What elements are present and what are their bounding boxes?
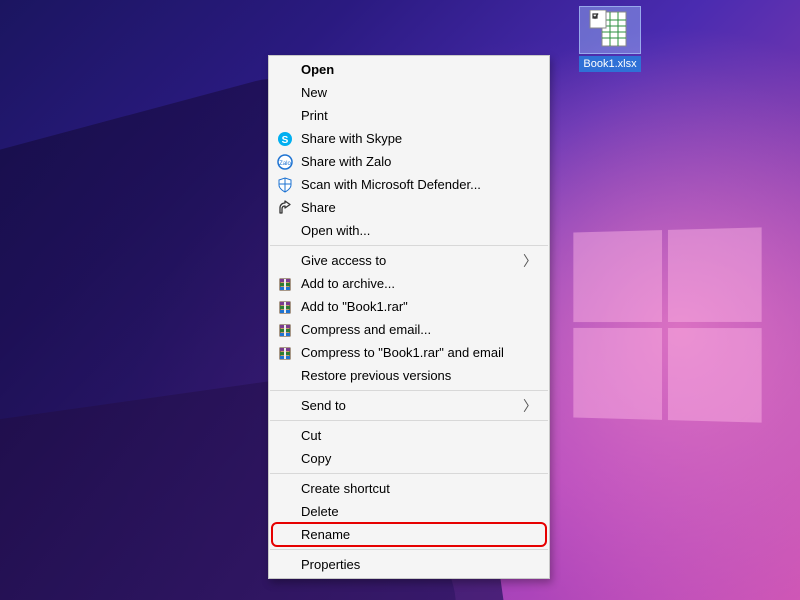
blank-icon xyxy=(275,450,295,468)
blank-icon xyxy=(275,526,295,544)
menu-item-label: Properties xyxy=(301,557,537,572)
menu-item-copy[interactable]: Copy xyxy=(269,447,549,470)
menu-item-giveaccess[interactable]: Give access to〉 xyxy=(269,249,549,272)
menu-item-shortcut[interactable]: Create shortcut xyxy=(269,477,549,500)
desktop-file-book1[interactable]: Book1.xlsx xyxy=(575,6,645,72)
menu-separator xyxy=(270,473,548,474)
menu-item-label: Add to "Book1.rar" xyxy=(301,299,537,314)
menu-separator xyxy=(270,420,548,421)
blank-icon xyxy=(275,427,295,445)
menu-item-rename[interactable]: Rename xyxy=(269,523,549,546)
svg-text:S: S xyxy=(282,135,289,146)
menu-item-label: Add to archive... xyxy=(301,276,537,291)
menu-item-defender[interactable]: Scan with Microsoft Defender... xyxy=(269,173,549,196)
blank-icon xyxy=(275,222,295,240)
excel-file-icon xyxy=(579,6,641,54)
menu-item-properties[interactable]: Properties xyxy=(269,553,549,576)
menu-item-label: New xyxy=(301,85,537,100)
menu-item-zalo[interactable]: Zalo Share with Zalo xyxy=(269,150,549,173)
rar-icon xyxy=(275,298,295,316)
menu-item-share[interactable]: Share xyxy=(269,196,549,219)
menu-item-label: Rename xyxy=(301,527,537,542)
menu-item-label: Scan with Microsoft Defender... xyxy=(301,177,537,192)
rar-icon xyxy=(275,321,295,339)
menu-item-label: Send to xyxy=(301,398,515,413)
menu-item-label: Delete xyxy=(301,504,537,519)
menu-item-cut[interactable]: Cut xyxy=(269,424,549,447)
menu-separator xyxy=(270,245,548,246)
menu-item-label: Print xyxy=(301,108,537,123)
zalo-icon: Zalo xyxy=(275,153,295,171)
menu-item-label: Give access to xyxy=(301,253,515,268)
menu-item-delete[interactable]: Delete xyxy=(269,500,549,523)
desktop[interactable]: Book1.xlsx Open New Print S Share with Skype… xyxy=(0,0,800,600)
menu-item-new[interactable]: New xyxy=(269,81,549,104)
blank-icon xyxy=(275,61,295,79)
blank-icon xyxy=(275,480,295,498)
menu-item-compressemail[interactable]: Compress and email... xyxy=(269,318,549,341)
svg-text:Zalo: Zalo xyxy=(279,161,291,167)
menu-item-label: Create shortcut xyxy=(301,481,537,496)
menu-item-label: Cut xyxy=(301,428,537,443)
menu-item-label: Share with Skype xyxy=(301,131,537,146)
blank-icon xyxy=(275,252,295,270)
blank-icon xyxy=(275,367,295,385)
menu-item-label: Share xyxy=(301,200,537,215)
menu-item-addbook1rar[interactable]: Add to "Book1.rar" xyxy=(269,295,549,318)
blank-icon xyxy=(275,84,295,102)
menu-item-restore[interactable]: Restore previous versions xyxy=(269,364,549,387)
rar-icon xyxy=(275,344,295,362)
menu-item-label: Compress and email... xyxy=(301,322,537,337)
menu-item-label: Restore previous versions xyxy=(301,368,537,383)
blank-icon xyxy=(275,107,295,125)
rar-icon xyxy=(275,275,295,293)
shield-icon xyxy=(275,176,295,194)
context-menu: Open New Print S Share with Skype Zalo Share w… xyxy=(268,55,550,579)
skype-icon: S xyxy=(275,130,295,148)
blank-icon xyxy=(275,556,295,574)
menu-item-compressbook1email[interactable]: Compress to "Book1.rar" and email xyxy=(269,341,549,364)
menu-item-sendto[interactable]: Send to〉 xyxy=(269,394,549,417)
menu-item-addarchive[interactable]: Add to archive... xyxy=(269,272,549,295)
blank-icon xyxy=(275,503,295,521)
menu-item-open[interactable]: Open xyxy=(269,58,549,81)
menu-item-print[interactable]: Print xyxy=(269,104,549,127)
menu-item-label: Share with Zalo xyxy=(301,154,537,169)
menu-item-openwith[interactable]: Open with... xyxy=(269,219,549,242)
windows-logo xyxy=(573,227,761,422)
menu-item-label: Compress to "Book1.rar" and email xyxy=(301,345,537,360)
menu-separator xyxy=(270,390,548,391)
chevron-right-icon: 〉 xyxy=(515,251,537,271)
chevron-right-icon: 〉 xyxy=(515,396,537,416)
menu-separator xyxy=(270,549,548,550)
menu-item-label: Copy xyxy=(301,451,537,466)
share-icon xyxy=(275,199,295,217)
menu-item-skype[interactable]: S Share with Skype xyxy=(269,127,549,150)
menu-item-label: Open with... xyxy=(301,223,537,238)
menu-item-label: Open xyxy=(301,62,537,77)
desktop-file-label: Book1.xlsx xyxy=(579,56,640,72)
blank-icon xyxy=(275,397,295,415)
